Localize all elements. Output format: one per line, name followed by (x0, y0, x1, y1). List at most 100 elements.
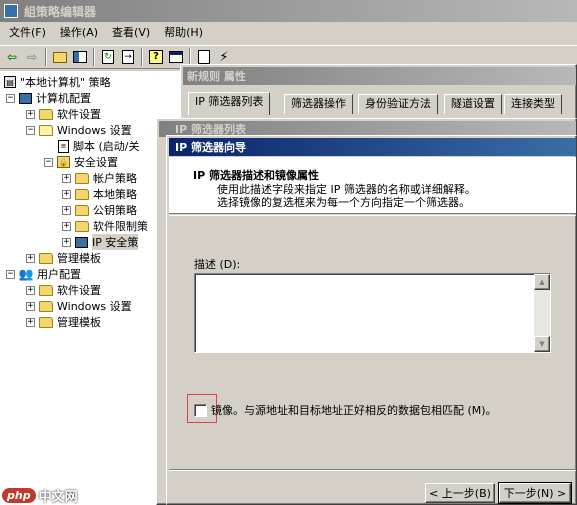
collapse-icon[interactable]: − (6, 269, 15, 279)
folder-lock-icon (75, 172, 89, 184)
back-icon[interactable]: ⇦ (2, 47, 22, 67)
tree-item-account[interactable]: + 帐户策略 (62, 170, 137, 186)
folder-icon (75, 220, 89, 232)
export-icon[interactable]: → (118, 47, 138, 67)
expand-icon[interactable]: + (62, 221, 71, 231)
tree-label: 本地策略 (93, 188, 137, 201)
toolbar-separator (93, 48, 95, 66)
next-button[interactable]: 下一步(N) > (498, 482, 572, 504)
tree-label: 安全设置 (74, 156, 118, 169)
description-label: 描述 (D): (194, 258, 241, 271)
tree-item-scripts[interactable]: ≡ 脚本 (启动/关 (58, 138, 140, 154)
forward-icon[interactable]: ⇨ (22, 47, 42, 67)
tree-label: Windows 设置 (57, 124, 132, 137)
computer-icon (19, 92, 32, 104)
tree-item-security[interactable]: − 🔒 安全设置 (44, 154, 118, 170)
scroll-down-button[interactable]: ▼ (534, 336, 550, 352)
up-folder-icon[interactable] (50, 47, 70, 67)
wizard-title: IP 筛选器向导 (175, 141, 246, 154)
toolbar-separator (141, 48, 143, 66)
description-textarea[interactable]: ▲ ▼ (194, 273, 551, 353)
expand-icon[interactable]: + (62, 189, 71, 199)
app-icon (4, 4, 18, 18)
folder-icon (39, 252, 53, 264)
tree-item-user-windows[interactable]: + Windows 设置 (26, 298, 132, 314)
properties-titlebar: 新规则 属性 (183, 67, 576, 85)
collapse-icon[interactable]: − (26, 125, 35, 135)
back-button[interactable]: < 上一步(B) (425, 483, 495, 503)
watermark-logo: php (2, 488, 36, 503)
menu-help[interactable]: 帮助(H) (157, 23, 210, 43)
tree-label: Windows 设置 (57, 300, 132, 313)
tree-item-user-admin[interactable]: + 管理模板 (26, 314, 101, 330)
help-icon[interactable]: ? (146, 47, 166, 67)
properties-title: 新规则 属性 (187, 70, 246, 83)
expand-icon[interactable]: + (62, 205, 71, 215)
tab-ip-filter-list[interactable]: IP 筛选器列表 (188, 92, 271, 115)
tree-item-restrict[interactable]: + 软件限制策 (62, 218, 148, 234)
footer-divider (169, 469, 576, 471)
tree-label: 软件设置 (57, 108, 101, 121)
tree-item-root[interactable]: ▤ "本地计算机" 策略 (4, 74, 111, 90)
properties-tab-strip: IP 筛选器列表 筛选器操作 身份验证方法 隧道设置 连接类型 (188, 92, 577, 116)
wizard-titlebar: IP 筛选器向导 (169, 138, 576, 156)
tree-label: "本地计算机" 策略 (20, 76, 111, 89)
expand-icon[interactable]: + (26, 301, 35, 311)
tree-label: 计算机配置 (36, 92, 91, 105)
expand-icon[interactable]: + (26, 109, 35, 119)
tree-label: 公钥策略 (93, 204, 137, 217)
tab-tunnel[interactable]: 隧道设置 (444, 94, 502, 114)
mirror-checkbox[interactable] (194, 403, 207, 417)
expand-icon[interactable]: + (26, 285, 35, 295)
mirror-checkbox-row[interactable]: 镜像。与源地址和目标地址正好相反的数据包相匹配 (M)。 (194, 402, 497, 418)
tree-item-ipsec[interactable]: + IP 安全策 (62, 234, 139, 250)
tab-filter-action[interactable]: 筛选器操作 (284, 94, 353, 114)
expand-icon[interactable]: + (26, 317, 35, 327)
tree-item-computer-admin[interactable]: + 管理模板 (26, 250, 101, 266)
wizard-header: IP 筛选器描述和镜像属性 使用此描述字段来指定 IP 筛选器的名称或详细解释。… (169, 157, 576, 214)
tab-connection[interactable]: 连接类型 (504, 94, 562, 114)
tree-item-local[interactable]: + 本地策略 (62, 186, 137, 202)
menu-file[interactable]: 文件(F) (2, 23, 53, 43)
tree-item-computer[interactable]: − 计算机配置 (6, 90, 91, 106)
tree-label: 帐户策略 (93, 172, 137, 185)
app-title: 組策略编辑器 (24, 4, 97, 19)
tree-label: 软件设置 (57, 284, 101, 297)
show-tree-icon[interactable] (70, 47, 90, 67)
ipsec-computer-icon (75, 236, 88, 248)
folder-open-icon (39, 124, 53, 136)
security-icon: 🔒 (57, 156, 70, 168)
tree-label: 软件限制策 (93, 220, 148, 233)
refresh-icon[interactable]: ↻ (98, 47, 118, 67)
tree-item-user[interactable]: − 👥 用户配置 (6, 266, 81, 282)
app-titlebar: 組策略编辑器 (0, 0, 577, 22)
tree-item-computer-software[interactable]: + 软件设置 (26, 106, 101, 122)
wizard-desc-line2: 选择镜像的复选框来为每一个方向指定一个筛选器。 (217, 196, 470, 209)
toolbar-separator (45, 48, 47, 66)
expand-icon[interactable]: + (62, 173, 71, 183)
tab-auth-method[interactable]: 身份验证方法 (358, 94, 438, 114)
expand-icon[interactable]: + (26, 253, 35, 263)
menu-view[interactable]: 查看(V) (105, 23, 157, 43)
scroll-up-button[interactable]: ▲ (534, 274, 550, 290)
collapse-icon[interactable]: − (44, 157, 53, 167)
expand-icon[interactable]: + (62, 237, 71, 247)
textarea-scrollbar[interactable]: ▲ ▼ (534, 274, 550, 352)
menu-bar: 文件(F) 操作(A) 查看(V) 帮助(H) (0, 23, 577, 43)
tree-item-pubkey[interactable]: + 公钥策略 (62, 202, 137, 218)
tree-label-selected: IP 安全策 (92, 234, 139, 250)
tree-label: 管理模板 (57, 252, 101, 265)
menu-action[interactable]: 操作(A) (53, 23, 105, 43)
folder-icon (39, 316, 53, 328)
tree-item-computer-windows[interactable]: − Windows 设置 (26, 122, 132, 138)
header-divider (169, 215, 576, 216)
folder-lock-icon (75, 188, 89, 200)
tree-label: 管理模板 (57, 316, 101, 329)
user-icon: 👥 (18, 267, 34, 281)
policy-icon: ▤ (4, 76, 16, 88)
script-icon: ≡ (58, 139, 69, 153)
collapse-icon[interactable]: − (6, 93, 15, 103)
watermark-text: 中文网 (38, 490, 78, 505)
tree-item-user-software[interactable]: + 软件设置 (26, 282, 101, 298)
folder-icon (39, 284, 53, 296)
